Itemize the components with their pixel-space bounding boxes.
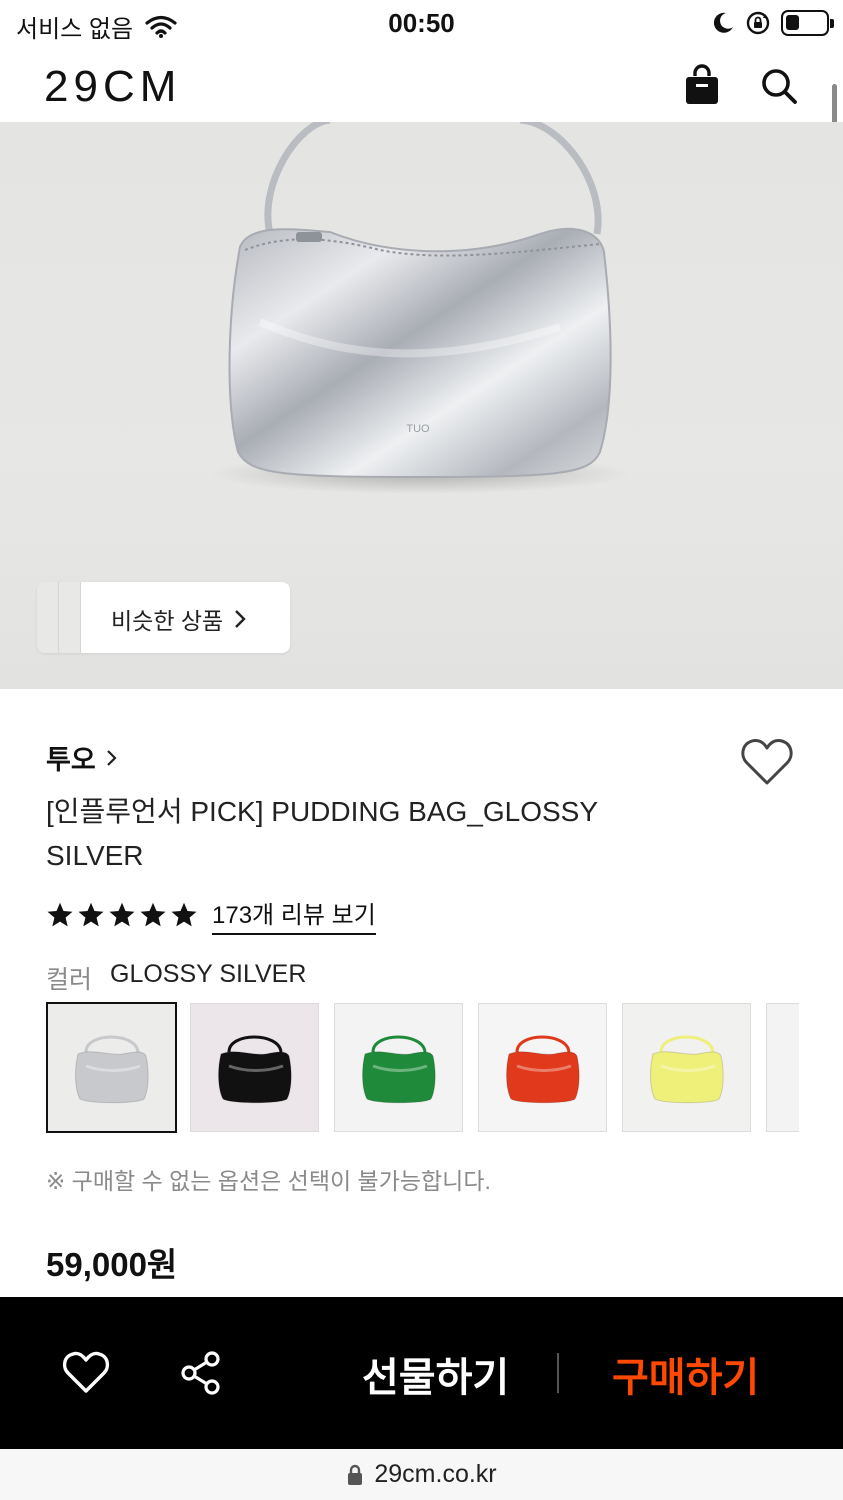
bag-thumbnail-black (218, 1035, 292, 1104)
shopping-bag-icon[interactable] (680, 64, 724, 108)
bag-thumbnail-yellow (650, 1035, 724, 1104)
chevron-right-icon (106, 749, 117, 766)
brand-link[interactable]: 투오 (46, 738, 118, 777)
heart-icon[interactable] (62, 1349, 110, 1397)
star-icon (47, 902, 73, 927)
color-swatches (46, 1002, 799, 1133)
star-icon (109, 902, 135, 927)
star-icon (171, 902, 197, 927)
color-swatch-yellow[interactable] (622, 1003, 751, 1132)
bag-thumbnail-green (362, 1035, 436, 1104)
heart-icon (741, 739, 793, 785)
gift-button[interactable]: 선물하기 (362, 1345, 509, 1403)
similar-thumb (59, 582, 81, 653)
lock-icon (348, 1464, 363, 1485)
buy-button[interactable]: 구매하기 (612, 1345, 759, 1403)
rating-stars (46, 901, 198, 929)
color-swatch-black[interactable] (190, 1003, 319, 1132)
url-bar[interactable]: 29cm.co.kr (0, 1449, 843, 1500)
orientation-lock-icon (746, 11, 770, 35)
logo[interactable]: 29CM (44, 62, 181, 112)
moon-icon (713, 12, 733, 33)
chevron-right-icon (235, 610, 246, 628)
color-swatch-more[interactable] (766, 1003, 799, 1132)
product-title: [인플루언서 PICK] PUDDING BAG_GLOSSY SILVER (46, 796, 598, 871)
product-hero-image[interactable]: TUO 비슷한 상품 (0, 122, 843, 689)
bag-logo-text: TUO (406, 423, 430, 435)
bag-thumbnail-silver (75, 1035, 149, 1104)
battery-icon (781, 10, 834, 36)
similar-products-button[interactable]: 비슷한 상품 (37, 582, 290, 653)
product-price: 59,000원 (46, 1246, 178, 1283)
similar-thumb (37, 582, 59, 653)
wishlist-heart-button[interactable] (740, 736, 794, 788)
site-header: 29CM (0, 50, 843, 122)
battery-level (786, 15, 799, 30)
bag-thumbnail-red (506, 1035, 580, 1104)
color-swatch-red[interactable] (478, 1003, 607, 1132)
status-right (711, 10, 834, 36)
star-icon (78, 902, 104, 927)
brand-name: 투오 (46, 745, 96, 775)
color-swatch-silver[interactable] (46, 1002, 177, 1133)
similar-label: 비슷한 상품 (111, 608, 224, 634)
bottom-action-bar: 선물하기 구매하기 (0, 1297, 843, 1449)
option-notice: ※ 구매할 수 없는 옵션은 선택이 불가능합니다. (46, 1168, 491, 1194)
search-icon[interactable] (757, 64, 801, 108)
similar-label-row: 비슷한 상품 (111, 602, 247, 636)
status-bar: 서비스 없음 00:50 (0, 0, 843, 50)
divider (557, 1353, 559, 1393)
star-icon (140, 902, 166, 927)
color-label: 컬러 (46, 966, 93, 994)
rating-row: 173개 리뷰 보기 (46, 895, 376, 935)
url-text: 29cm.co.kr (374, 1460, 497, 1488)
review-link[interactable]: 173개 리뷰 보기 (212, 895, 376, 935)
share-icon[interactable] (178, 1349, 226, 1397)
color-value: GLOSSY SILVER (110, 960, 307, 988)
color-swatch-green[interactable] (334, 1003, 463, 1132)
color-row: 컬러 GLOSSY SILVER (46, 960, 306, 996)
